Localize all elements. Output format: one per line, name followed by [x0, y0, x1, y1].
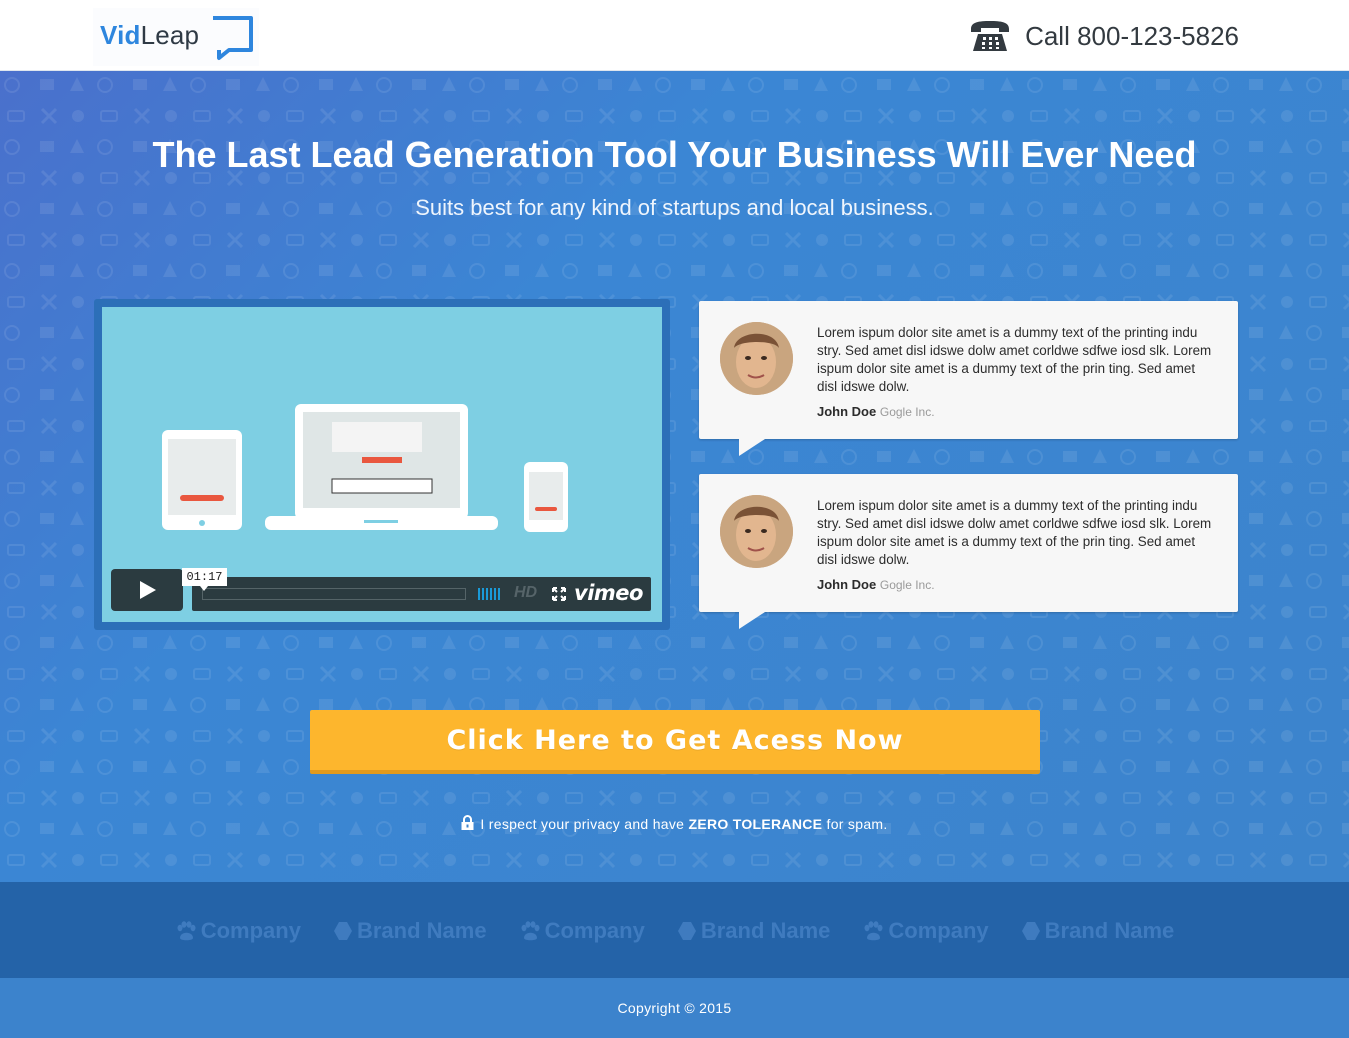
testimonial-card: Lorem ispum dolor site amet is a dummy t… — [699, 301, 1238, 456]
brand-logo: Company — [862, 918, 989, 944]
avatar-face-icon — [720, 322, 793, 395]
chat-bubble-icon — [213, 16, 253, 60]
brand-label: Brand Name — [356, 918, 487, 943]
footer: Copyright © 2015 — [0, 978, 1349, 1038]
author-company: Gogle Inc. — [879, 405, 935, 419]
volume-control[interactable] — [478, 588, 500, 600]
header: VidLeap Call 800-123-5826 — [0, 0, 1349, 71]
copyright-text: Copyright © 2015 — [617, 1000, 732, 1016]
phone-contact[interactable]: Call 800-123-5826 — [969, 18, 1239, 54]
video-time: 01:17 — [182, 568, 227, 591]
author-company: Gogle Inc. — [879, 578, 935, 592]
author-name: John Doe — [817, 404, 877, 419]
brand-logos-bar: Company Brand Name Company Brand Name Co… — [0, 882, 1349, 978]
brand-logo: Brand Name — [677, 918, 831, 944]
testimonial-quote: Lorem ispum dolor site amet is a dummy t… — [817, 325, 1212, 394]
paw-icon — [519, 921, 541, 941]
play-button[interactable] — [111, 569, 183, 611]
privacy-text-strong: ZERO TOLERANCE — [688, 816, 823, 832]
brand-logo: Company — [175, 918, 301, 944]
brand-label: Brand Name — [1044, 918, 1175, 943]
brand-label: Brand Name — [700, 918, 831, 943]
hd-toggle[interactable]: HD — [514, 584, 537, 602]
logo[interactable]: VidLeap — [93, 8, 259, 66]
privacy-note: I respect your privacy and have ZERO TOL… — [0, 815, 1349, 832]
hero-subhead: Suits best for any kind of startups and … — [415, 195, 934, 220]
brand-label: Company — [544, 918, 645, 943]
testimonial-author: John Doe Gogle Inc. — [817, 577, 935, 592]
phone-icon — [971, 21, 1010, 51]
fullscreen-icon[interactable] — [551, 586, 567, 602]
privacy-text-after: for spam. — [822, 816, 888, 832]
hero-headline: The Last Lead Generation Tool Your Busin… — [152, 134, 1197, 175]
phone-number: Call 800-123-5826 — [1025, 20, 1239, 51]
hexagon-icon — [1021, 921, 1041, 941]
video-player[interactable]: HD vimeo 01:17 — [94, 299, 670, 630]
avatar — [720, 495, 793, 568]
hexagon-icon — [677, 921, 697, 941]
vimeo-logo[interactable]: vimeo — [574, 581, 643, 605]
video-progress-bar[interactable] — [202, 588, 466, 600]
paw-icon — [862, 921, 884, 941]
hexagon-icon — [333, 921, 353, 941]
testimonial-card: Lorem ispum dolor site amet is a dummy t… — [699, 474, 1238, 629]
play-icon — [140, 581, 156, 599]
paw-icon — [175, 921, 197, 941]
avatar-face-icon — [720, 495, 793, 568]
logo-text-vid: Vid — [100, 20, 141, 50]
brand-logo: Brand Name — [333, 918, 487, 944]
brand-label: Company — [200, 918, 301, 943]
brand-label: Company — [888, 918, 989, 943]
brand-logo: Company — [519, 918, 645, 944]
get-access-button[interactable]: Click Here to Get Acess Now — [310, 710, 1040, 774]
testimonial-quote: Lorem ispum dolor site amet is a dummy t… — [817, 498, 1212, 567]
lock-icon — [461, 815, 474, 830]
avatar — [720, 322, 793, 395]
video-control-bar: HD vimeo — [192, 577, 651, 611]
logo-text-leap: Leap — [140, 20, 200, 50]
testimonial-author: John Doe Gogle Inc. — [817, 404, 935, 419]
author-name: John Doe — [817, 577, 877, 592]
privacy-text-before: I respect your privacy and have — [480, 816, 689, 832]
video-screen[interactable]: HD vimeo 01:17 — [102, 307, 662, 622]
brand-logo: Brand Name — [1021, 918, 1175, 944]
logo-text: VidLeap — [100, 20, 199, 51]
hero-section: The Last Lead Generation Tool Your Busin… — [0, 71, 1349, 882]
